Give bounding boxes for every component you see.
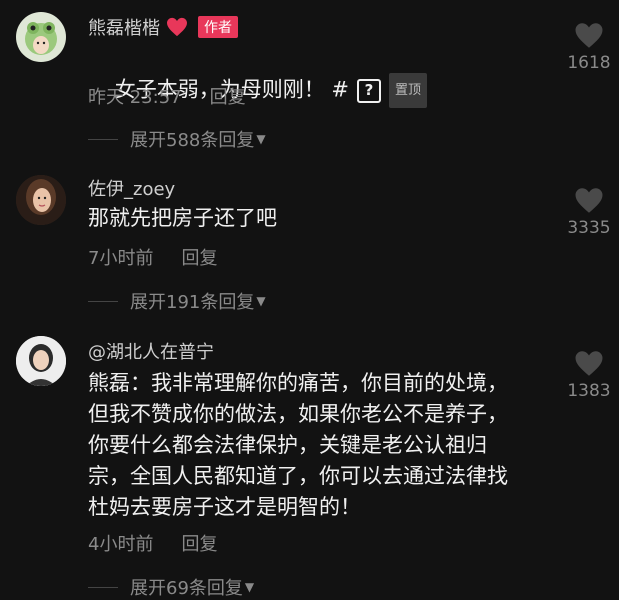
heart-icon [167,17,187,37]
like-count: 1383 [567,381,611,401]
username[interactable]: 佐伊_zoey [88,175,175,201]
expand-replies-label: 展开191条回复 [130,292,255,313]
comment-item: 佐伊_zoey 那就先把房子还了吧 7小时前 回复 展开191条回复 ▼ 333… [0,165,619,325]
comment-time: 4小时前 [88,534,154,555]
reply-button[interactable]: 回复 [210,83,246,109]
expand-replies-button[interactable]: 展开588条回复 ▼ [88,126,266,152]
pinned-badge: 置顶 [388,73,427,108]
comment-item: @湖北人在普宁 熊磊：我非常理解你的痛苦，你目前的处境， 但我不赞成你的做法，如… [0,330,619,599]
divider [88,138,118,140]
divider [88,586,118,588]
heart-outline-icon [575,351,603,376]
username[interactable]: 熊磊楷楷 [88,14,160,40]
author-badge: 作者 [198,16,238,38]
like-count: 3335 [567,218,611,238]
expand-replies-label: 展开588条回复 [130,130,255,151]
divider [88,300,118,302]
expand-replies-button[interactable]: 展开191条回复 ▼ [88,288,266,314]
like-count: 1618 [567,53,611,73]
like-button[interactable]: 1618 [559,22,619,73]
like-button[interactable]: 3335 [559,187,619,238]
expand-replies-button[interactable]: 展开69条回复 ▼ [88,574,254,600]
like-button[interactable]: 1383 [559,350,619,401]
comment-time: 昨天 23:57 [88,87,182,108]
heart-outline-icon [575,188,603,213]
comment-item: 熊磊楷楷 作者 女子本弱，为母则刚！ #? 置顶 昨天 23:57 回复 展开58… [0,0,619,160]
expand-replies-label: 展开69条回复 [130,578,243,599]
avatar[interactable] [16,336,66,386]
caret-down-icon: ▼ [256,294,266,308]
comment-text: 熊磊：我非常理解你的痛苦，你目前的处境， 但我不赞成你的做法，如果你老公不是养子… [88,371,508,519]
avatar[interactable] [16,12,66,62]
reply-button[interactable]: 回复 [181,244,217,270]
reply-button[interactable]: 回复 [181,530,217,556]
comment-text: 那就先把房子还了吧 [88,206,277,230]
heart-outline-icon [575,23,603,48]
question-icon: ? [356,78,381,103]
comment-time: 7小时前 [88,248,154,269]
username[interactable]: @湖北人在普宁 [88,338,214,364]
caret-down-icon: ▼ [256,132,266,146]
caret-down-icon: ▼ [244,580,255,594]
avatar[interactable] [16,175,66,225]
